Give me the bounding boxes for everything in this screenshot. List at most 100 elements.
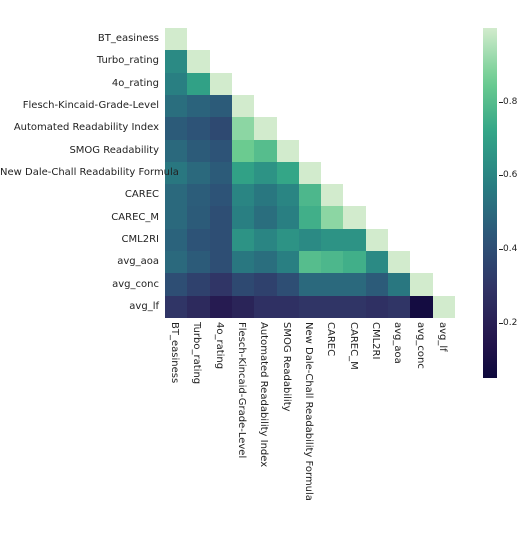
heatmap-cell (165, 273, 187, 295)
heatmap-cell (187, 50, 209, 72)
y-tick-label: CAREC (0, 189, 159, 200)
x-tick-label: CAREC (325, 322, 336, 356)
heatmap-cell (165, 184, 187, 206)
heatmap-cell (165, 28, 187, 50)
heatmap-cell (388, 251, 410, 273)
heatmap-cell (343, 273, 365, 295)
heatmap-cell (321, 251, 343, 273)
heatmap-cell (410, 273, 432, 295)
heatmap-cell (232, 296, 254, 318)
x-tick-label: New Dale-Chall Readability Formula (303, 322, 314, 501)
heatmap-cell (210, 117, 232, 139)
heatmap-cell (210, 162, 232, 184)
heatmap-cell (232, 229, 254, 251)
heatmap-cell (254, 162, 276, 184)
heatmap-cell (210, 73, 232, 95)
heatmap-cell (321, 229, 343, 251)
y-tick-label: Flesch-Kincaid-Grade-Level (0, 100, 159, 111)
heatmap-cell (254, 229, 276, 251)
heatmap-cell (210, 296, 232, 318)
heatmap-cell (299, 162, 321, 184)
heatmap-cell (232, 95, 254, 117)
heatmap-cell (210, 184, 232, 206)
y-tick-label: avg_aoa (0, 256, 159, 267)
heatmap-cell (165, 296, 187, 318)
heatmap-cell (388, 273, 410, 295)
x-tick-label: avg_aoa (392, 322, 403, 364)
heatmap-cell (277, 162, 299, 184)
heatmap-cell (187, 184, 209, 206)
heatmap-cell (410, 296, 432, 318)
heatmap-cell (187, 229, 209, 251)
heatmap-cell (232, 162, 254, 184)
y-tick-label: 4o_rating (0, 78, 159, 89)
heatmap-cell (254, 251, 276, 273)
y-tick-label: CML2RI (0, 234, 159, 245)
heatmap-cell (277, 273, 299, 295)
colorbar-tick: 0.2 (503, 318, 517, 328)
y-tick-label: avg_lf (0, 301, 159, 312)
y-tick-label: SMOG Readability (0, 145, 159, 156)
heatmap-cell (299, 184, 321, 206)
x-tick-label: Turbo_rating (191, 322, 202, 384)
heatmap-cell (321, 273, 343, 295)
heatmap-cell (165, 251, 187, 273)
heatmap-cell (277, 206, 299, 228)
heatmap-cell (277, 296, 299, 318)
x-tick-label: avg_lf (437, 322, 448, 352)
heatmap-cell (165, 206, 187, 228)
heatmap-cell (165, 140, 187, 162)
heatmap-cell (165, 95, 187, 117)
x-tick-label: Flesch-Kincaid-Grade-Level (236, 322, 247, 458)
x-tick-label: SMOG Readability (281, 322, 292, 412)
heatmap-cell (254, 296, 276, 318)
heatmap-cell (210, 206, 232, 228)
colorbar-tick: 0.4 (503, 244, 517, 254)
heatmap-cell (299, 229, 321, 251)
heatmap-cell (187, 117, 209, 139)
heatmap-cell (254, 140, 276, 162)
heatmap-cell (299, 251, 321, 273)
heatmap-cell (366, 273, 388, 295)
heatmap-cell (433, 296, 455, 318)
heatmap-cell (232, 273, 254, 295)
heatmap-cell (165, 50, 187, 72)
heatmap-cell (366, 296, 388, 318)
colorbar-tick: 0.8 (503, 97, 517, 107)
heatmap-cell (187, 95, 209, 117)
heatmap-cell (277, 140, 299, 162)
heatmap-cell (187, 273, 209, 295)
heatmap-cell (187, 206, 209, 228)
heatmap-cell (210, 95, 232, 117)
heatmap-cell (254, 117, 276, 139)
heatmap-cell (210, 229, 232, 251)
y-tick-label: Automated Readability Index (0, 122, 159, 133)
heatmap-cell (299, 206, 321, 228)
x-tick-label: CAREC_M (348, 322, 359, 370)
x-tick-label: Automated Readability Index (258, 322, 269, 467)
heatmap-cell (210, 273, 232, 295)
heatmap-cell (254, 184, 276, 206)
y-tick-label: avg_conc (0, 279, 159, 290)
heatmap-cell (343, 206, 365, 228)
heatmap-cell (187, 251, 209, 273)
heatmap-cell (165, 117, 187, 139)
x-tick-label: CML2RI (370, 322, 381, 359)
heatmap-cell (232, 206, 254, 228)
x-tick-label: BT_easiness (169, 322, 180, 383)
heatmap-cell (232, 251, 254, 273)
heatmap-cell (299, 296, 321, 318)
heatmap-cell (254, 273, 276, 295)
x-tick-label: avg_conc (415, 322, 426, 369)
heatmap-cell (366, 251, 388, 273)
heatmap-cell (232, 117, 254, 139)
heatmap-cell (210, 140, 232, 162)
heatmap-cell (165, 73, 187, 95)
heatmap-cell (277, 229, 299, 251)
heatmap-cell (254, 206, 276, 228)
correlation-heatmap (165, 28, 455, 318)
colorbar (483, 28, 497, 378)
heatmap-cell (187, 73, 209, 95)
colorbar-tick: 0.6 (503, 170, 517, 180)
heatmap-cell (343, 296, 365, 318)
